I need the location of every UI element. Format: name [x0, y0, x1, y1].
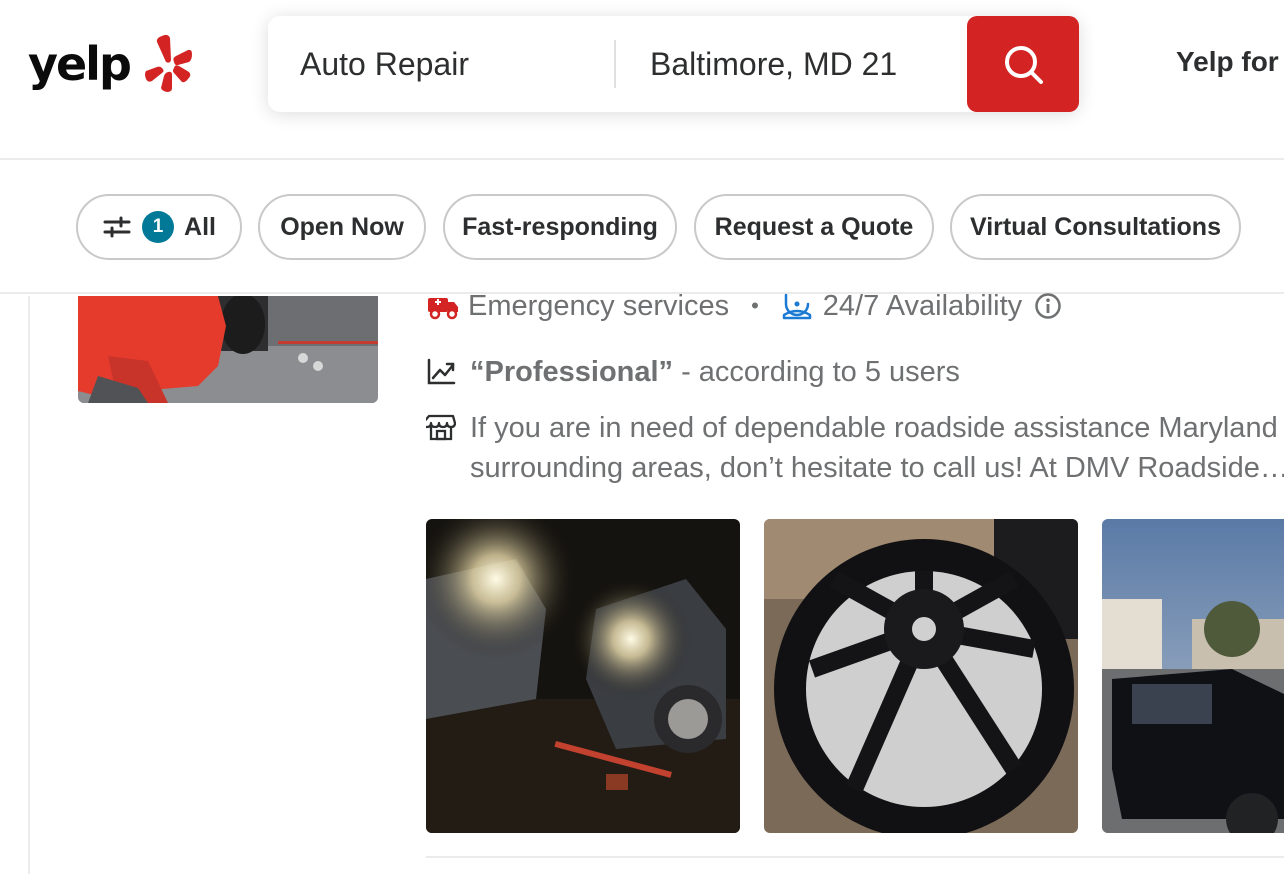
sliders-icon: [103, 216, 131, 238]
business-photo-1[interactable]: [426, 519, 740, 833]
review-highlight: “Professional” - according to 5 users: [426, 352, 960, 392]
highlight-source: - according to 5 users: [681, 355, 960, 388]
logo-wordmark: yelp: [28, 37, 132, 91]
business-photo-2[interactable]: [764, 519, 1078, 833]
availability-label: 24/7 Availability: [822, 289, 1023, 322]
site-header: yelp Auto Repair Baltimore, MD 21 Yelp f…: [0, 0, 1284, 160]
filter-open-now[interactable]: Open Now: [258, 194, 426, 260]
mechanic-photo: [78, 296, 378, 403]
amenities-row: Emergency services • 24/7 Availability: [426, 286, 1076, 326]
all-filters-button[interactable]: 1 All: [76, 194, 242, 260]
business-thumbnail[interactable]: [78, 296, 378, 403]
search-bar: Auto Repair Baltimore, MD 21: [268, 16, 1079, 112]
night-car-photo: [426, 519, 740, 833]
column-divider: [28, 296, 30, 874]
filter-fast-responding[interactable]: Fast-responding: [443, 194, 677, 260]
trend-icon: [426, 355, 460, 389]
emergency-services-label: Emergency services: [468, 289, 730, 322]
filter-virtual-consultations[interactable]: Virtual Consultations: [950, 194, 1241, 260]
filter-request-quote[interactable]: Request a Quote: [694, 194, 934, 260]
filter-bar: 1 All Open Now Fast-responding Request a…: [0, 162, 1284, 294]
highlight-quote: “Professional”: [470, 355, 674, 388]
business-photo-3[interactable]: [1102, 519, 1284, 833]
find-input[interactable]: Auto Repair: [300, 16, 610, 112]
search-button[interactable]: [967, 16, 1079, 112]
storefront-icon: [426, 412, 460, 446]
amenity-separator: •: [751, 293, 759, 318]
search-icon: [1005, 46, 1043, 84]
yelp-logo[interactable]: yelp: [28, 32, 192, 96]
yelp-for-business-link[interactable]: Yelp for: [1176, 46, 1279, 78]
filter-count-badge: 1: [142, 211, 175, 243]
snippet-text: If you are in need of dependable roadsid…: [470, 412, 1284, 484]
info-icon[interactable]: [1034, 289, 1068, 323]
clock-247-icon: [781, 289, 815, 323]
emergency-truck-icon: [426, 289, 460, 323]
near-input[interactable]: Baltimore, MD 21: [650, 16, 950, 112]
result-divider: [426, 856, 1284, 858]
search-divider: [614, 40, 616, 88]
business-snippet[interactable]: If you are in need of dependable roadsid…: [426, 408, 1284, 492]
suv-street-photo: [1102, 519, 1284, 833]
yelp-burst-icon: [145, 34, 192, 92]
black-rim-photo: [764, 519, 1078, 833]
all-filters-label: All: [184, 212, 216, 241]
